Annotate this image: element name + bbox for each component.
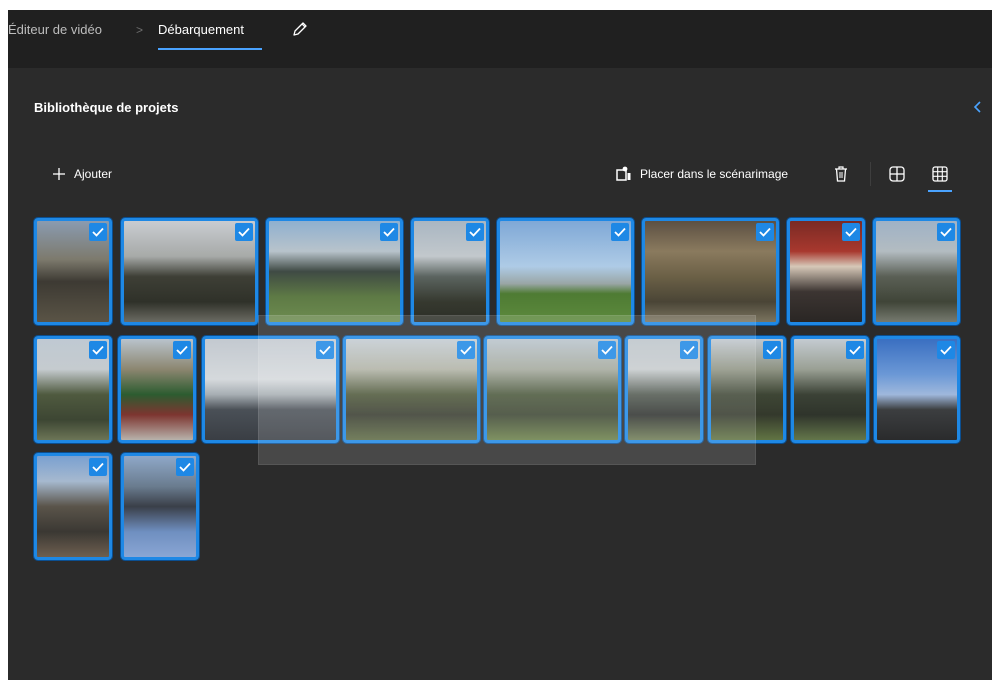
plus-icon bbox=[53, 168, 65, 180]
media-clip[interactable] bbox=[34, 336, 112, 443]
media-clip[interactable] bbox=[343, 336, 480, 443]
media-clip[interactable] bbox=[411, 218, 489, 325]
view-selected-indicator bbox=[928, 190, 952, 192]
add-button[interactable]: Ajouter bbox=[52, 164, 112, 184]
project-library-title: Bibliothèque de projets bbox=[34, 100, 179, 115]
trash-icon[interactable] bbox=[831, 164, 851, 184]
checkmark-icon bbox=[937, 341, 955, 359]
checkmark-icon bbox=[316, 341, 334, 359]
checkmark-icon bbox=[89, 223, 107, 241]
add-button-label: Ajouter bbox=[74, 167, 113, 181]
media-clip[interactable] bbox=[202, 336, 339, 443]
place-in-storyboard-label: Placer dans le scénarimage bbox=[640, 167, 789, 181]
media-clip[interactable] bbox=[118, 336, 196, 443]
checkmark-icon bbox=[89, 458, 107, 476]
checkmark-icon bbox=[89, 341, 107, 359]
media-clip[interactable] bbox=[484, 336, 621, 443]
checkmark-icon bbox=[756, 223, 774, 241]
checkmark-icon bbox=[680, 341, 698, 359]
checkmark-icon bbox=[611, 223, 629, 241]
checkmark-icon bbox=[598, 341, 616, 359]
media-clip[interactable] bbox=[874, 336, 960, 443]
media-clip[interactable] bbox=[873, 218, 960, 325]
checkmark-icon bbox=[846, 341, 864, 359]
breadcrumb-separator: > bbox=[136, 23, 144, 37]
title-bar: Éditeur de vidéo > Débarquement bbox=[8, 10, 992, 68]
checkmark-icon bbox=[457, 341, 475, 359]
checkmark-icon bbox=[380, 223, 398, 241]
checkmark-icon bbox=[842, 223, 860, 241]
media-clip[interactable] bbox=[625, 336, 703, 443]
media-clip[interactable] bbox=[497, 218, 634, 325]
checkmark-icon bbox=[763, 341, 781, 359]
media-clip[interactable] bbox=[791, 336, 869, 443]
media-clip[interactable] bbox=[34, 218, 112, 325]
storyboard-icon bbox=[616, 166, 631, 181]
media-clip[interactable] bbox=[642, 218, 779, 325]
small-grid-icon[interactable] bbox=[930, 164, 950, 184]
media-clip[interactable] bbox=[266, 218, 403, 325]
place-in-storyboard-button[interactable]: Placer dans le scénarimage bbox=[616, 164, 788, 184]
chevron-left-icon[interactable] bbox=[971, 100, 985, 114]
checkmark-icon bbox=[176, 458, 194, 476]
active-tab-indicator bbox=[158, 48, 262, 50]
media-clip[interactable] bbox=[787, 218, 865, 325]
pencil-icon[interactable] bbox=[291, 20, 309, 38]
media-clip[interactable] bbox=[34, 453, 112, 560]
checkmark-icon bbox=[235, 223, 253, 241]
toolbar-divider bbox=[870, 162, 871, 186]
video-editor-window: Éditeur de vidéo > Débarquement Biblioth… bbox=[8, 10, 992, 680]
checkmark-icon bbox=[466, 223, 484, 241]
media-clip[interactable] bbox=[121, 218, 258, 325]
checkmark-icon bbox=[173, 341, 191, 359]
library-toolbar: Ajouter Placer dans le scénarimage bbox=[8, 160, 992, 192]
media-clip[interactable] bbox=[121, 453, 199, 560]
breadcrumb-video-editor[interactable]: Éditeur de vidéo bbox=[8, 22, 102, 37]
media-clip[interactable] bbox=[708, 336, 786, 443]
large-grid-icon[interactable] bbox=[887, 164, 907, 184]
project-name-tab[interactable]: Débarquement bbox=[158, 22, 244, 37]
checkmark-icon bbox=[937, 223, 955, 241]
